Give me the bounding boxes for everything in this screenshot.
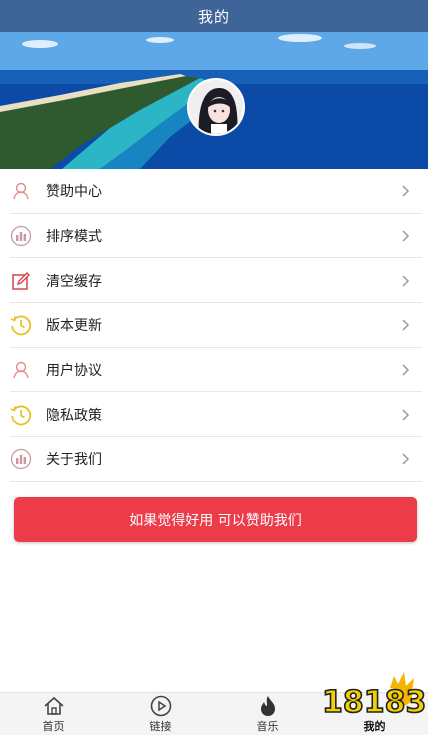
settings-menu: 赞助中心 排序模式 清空缓存 版本更新 用户协议 隐私政策 关于我们 xyxy=(0,169,428,482)
divider xyxy=(10,480,422,482)
tab-label: 音乐 xyxy=(256,719,279,733)
edit-icon xyxy=(10,270,32,292)
clock-icon xyxy=(10,404,32,426)
user-icon xyxy=(10,180,32,202)
chevron-right-icon xyxy=(396,360,416,380)
tab-label: 首页 xyxy=(42,719,65,733)
avatar-icon xyxy=(189,80,243,134)
menu-item-label: 关于我们 xyxy=(46,452,102,469)
chevron-right-icon xyxy=(396,271,416,291)
chevron-right-icon xyxy=(396,315,416,335)
title-bar: 我的 xyxy=(0,0,428,32)
avatar[interactable] xyxy=(187,78,245,136)
menu-item-label: 用户协议 xyxy=(46,363,102,380)
bar-chart-icon xyxy=(10,225,32,247)
bar-chart-icon xyxy=(10,448,32,470)
tab-music[interactable]: 音乐 xyxy=(214,693,321,735)
fire-icon xyxy=(257,695,279,717)
menu-item-label: 赞助中心 xyxy=(46,184,102,201)
home-icon xyxy=(43,695,65,717)
chevron-right-icon xyxy=(396,181,416,201)
profile-icon xyxy=(364,695,386,717)
menu-item-label: 版本更新 xyxy=(46,318,102,335)
sponsor-button[interactable]: 如果觉得好用 可以赞助我们 xyxy=(14,497,417,542)
clock-icon xyxy=(10,314,32,336)
menu-item-version-update[interactable]: 版本更新 xyxy=(0,303,428,348)
tab-links[interactable]: 链接 xyxy=(107,693,214,735)
chevron-right-icon xyxy=(396,226,416,246)
tab-home[interactable]: 首页 xyxy=(0,693,107,735)
menu-item-label: 清空缓存 xyxy=(46,273,102,290)
chevron-right-icon xyxy=(396,405,416,425)
page-title: 我的 xyxy=(197,7,230,26)
menu-item-label: 排序模式 xyxy=(46,229,102,246)
bottom-tab-bar: 首页 链接 音乐 我的 xyxy=(0,692,428,735)
menu-item-label: 隐私政策 xyxy=(46,407,102,424)
menu-item-sponsor-center[interactable]: 赞助中心 xyxy=(0,169,428,214)
chevron-right-icon xyxy=(396,449,416,469)
tab-label: 我的 xyxy=(363,719,386,733)
tab-mine[interactable]: 我的 xyxy=(321,693,428,735)
profile-banner xyxy=(0,32,428,169)
play-icon xyxy=(150,695,172,717)
menu-item-clear-cache[interactable]: 清空缓存 xyxy=(0,258,428,304)
menu-item-user-agreement[interactable]: 用户协议 xyxy=(0,348,428,393)
tab-label: 链接 xyxy=(149,719,172,733)
menu-item-about-us[interactable]: 关于我们 xyxy=(0,437,428,482)
menu-item-sort-mode[interactable]: 排序模式 xyxy=(0,214,428,259)
user-icon xyxy=(10,359,32,381)
menu-item-privacy-policy[interactable]: 隐私政策 xyxy=(0,392,428,438)
